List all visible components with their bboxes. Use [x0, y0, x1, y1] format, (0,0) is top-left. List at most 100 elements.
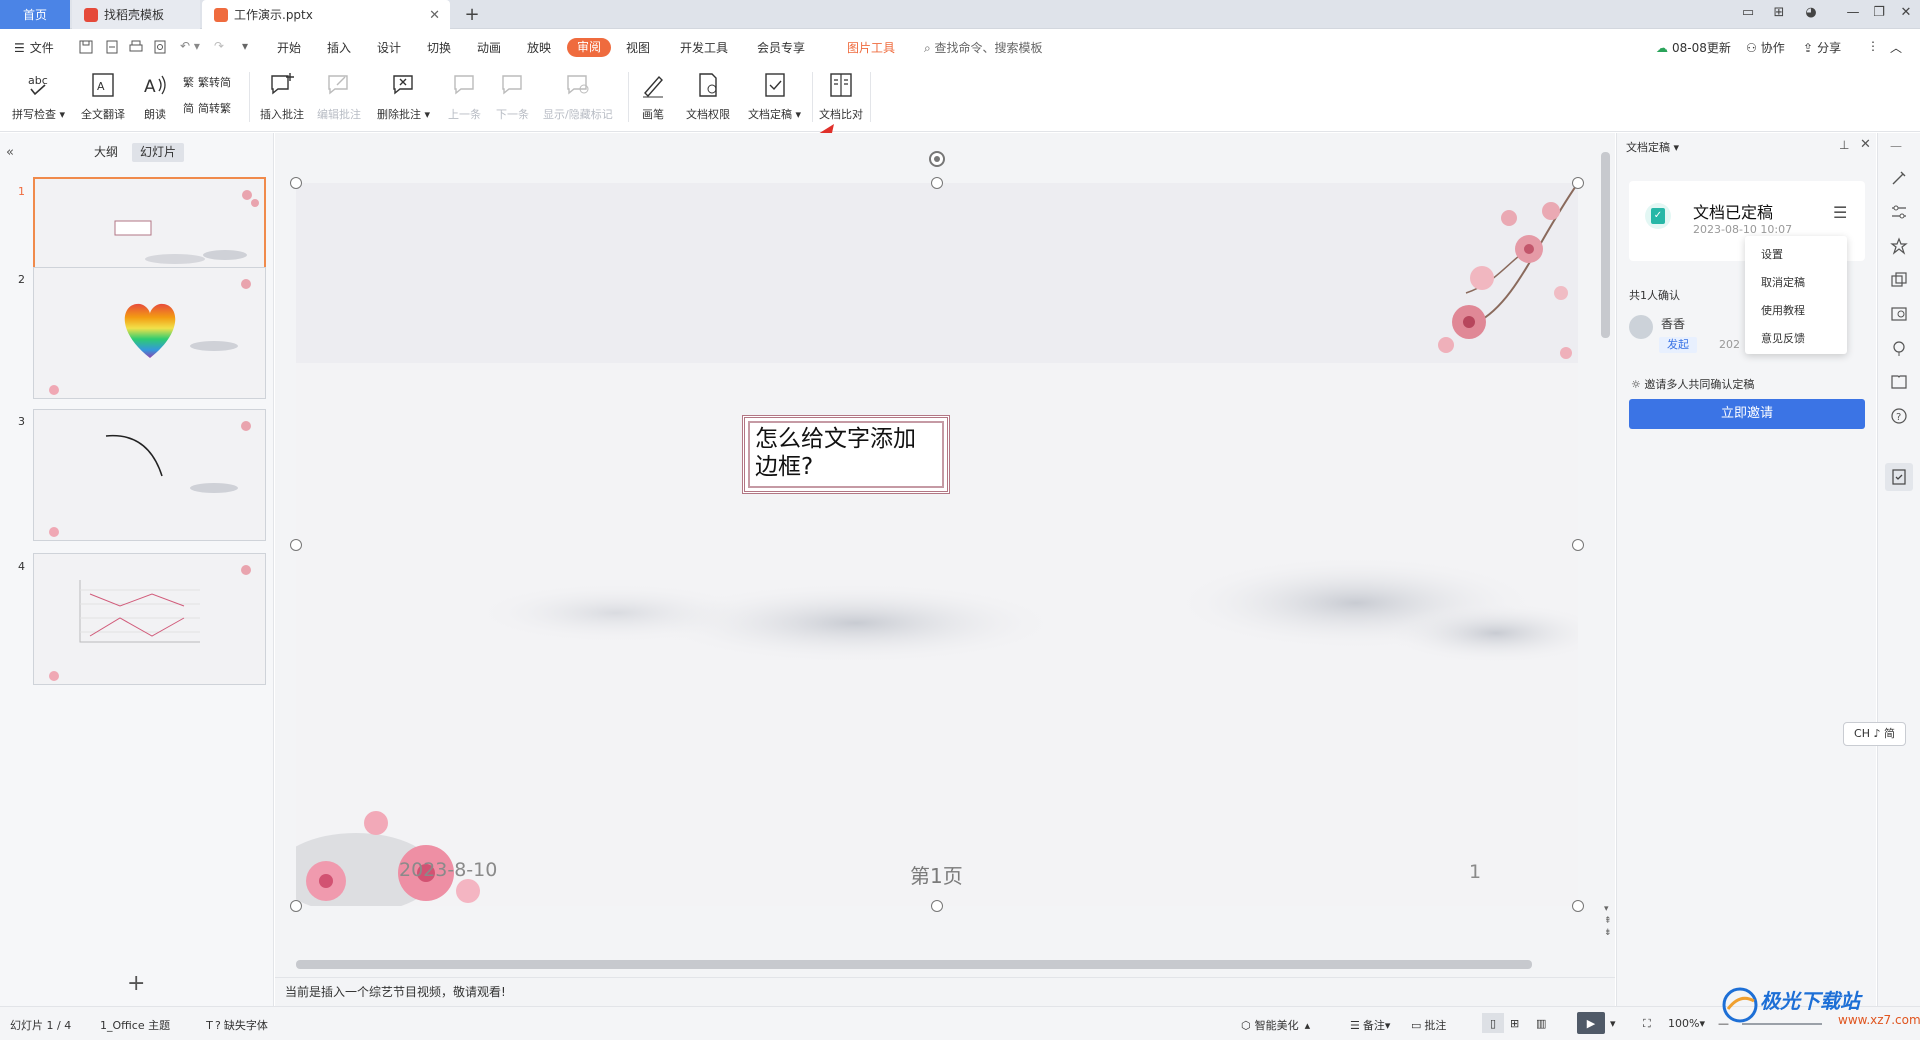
new-tab-button[interactable]: +: [458, 0, 486, 29]
collab-button[interactable]: ⚇ 协作: [1746, 39, 1785, 56]
resize-handle[interactable]: [1572, 539, 1584, 551]
tab-document[interactable]: 工作演示.pptx ✕: [202, 0, 450, 29]
avatar[interactable]: ◕: [1800, 5, 1822, 23]
read-aloud-button[interactable]: A 朗读: [140, 70, 170, 122]
resize-handle[interactable]: [1572, 177, 1584, 189]
prev-comment-button[interactable]: 上一条: [448, 70, 481, 122]
copy-icon[interactable]: [1890, 271, 1908, 289]
smart-beautify-button[interactable]: ⬡ 智能美化 ▴: [1241, 1017, 1310, 1033]
close-window-button[interactable]: ✕: [1895, 5, 1917, 23]
slide-canvas[interactable]: [296, 183, 1578, 906]
play-options-icon[interactable]: ▾: [1610, 1017, 1616, 1030]
missing-font-button[interactable]: Ｔ? 缺失字体: [204, 1017, 268, 1033]
slide-thumbnail-3[interactable]: [33, 409, 266, 541]
scroll-arrows-icon[interactable]: ▾ ⇞ ⇟: [1604, 903, 1612, 939]
normal-view-icon[interactable]: ▯: [1482, 1013, 1504, 1033]
edit-comment-button[interactable]: 编辑批注: [317, 70, 361, 122]
comments-toggle[interactable]: ▭ 批注: [1411, 1017, 1446, 1033]
resize-handle[interactable]: [931, 900, 943, 912]
share-button[interactable]: ⇪ 分享: [1803, 39, 1841, 56]
menu-animation[interactable]: 动画: [477, 39, 501, 56]
layout-icon[interactable]: ▭: [1737, 5, 1759, 23]
translate-button[interactable]: A 全文翻译: [81, 70, 125, 122]
restore-button[interactable]: ❐: [1868, 5, 1890, 23]
trad-to-simp-button[interactable]: 繁繁转简: [183, 74, 231, 90]
doc-compare-button[interactable]: 文档比对: [819, 70, 863, 122]
simp-to-trad-button[interactable]: 简简转繁: [183, 100, 231, 116]
print-preview-icon[interactable]: [152, 39, 168, 55]
menu-review[interactable]: 审阅: [567, 38, 611, 57]
more-menu-icon[interactable]: ⋮: [1867, 39, 1879, 53]
delete-comment-button[interactable]: 删除批注 ▾: [377, 70, 430, 122]
minimize-button[interactable]: —: [1842, 5, 1864, 23]
save-icon[interactable]: [78, 39, 94, 55]
menu-design[interactable]: 设计: [377, 39, 401, 56]
menu-item-cancel-finalize[interactable]: 取消定稿: [1761, 274, 1805, 290]
theme-name[interactable]: 1_Office 主题: [100, 1017, 170, 1033]
apps-grid-icon[interactable]: ⊞: [1768, 5, 1790, 23]
slide-thumbnail-2[interactable]: [33, 267, 266, 399]
vertical-scrollbar[interactable]: [1601, 152, 1610, 338]
menu-picture-tools[interactable]: 图片工具: [847, 39, 895, 56]
card-menu-icon[interactable]: ☰: [1833, 203, 1847, 222]
menu-transition[interactable]: 切换: [427, 39, 451, 56]
resize-handle[interactable]: [290, 177, 302, 189]
horizontal-scrollbar[interactable]: [296, 960, 1532, 969]
spell-check-button[interactable]: abc 拼写检查 ▾: [12, 70, 65, 122]
pen-button[interactable]: 画笔: [638, 70, 668, 122]
menu-start[interactable]: 开始: [277, 39, 301, 56]
help-icon[interactable]: ?: [1890, 407, 1908, 425]
resize-handle[interactable]: [1572, 900, 1584, 912]
doc-finalize-button[interactable]: 文档定稿 ▾: [748, 70, 801, 122]
resize-handle[interactable]: [290, 539, 302, 551]
finalize-pane-toggle[interactable]: [1885, 463, 1913, 491]
file-menu[interactable]: ☰ 文件: [14, 39, 54, 56]
menu-item-settings[interactable]: 设置: [1761, 246, 1783, 262]
invite-button[interactable]: 立即邀请: [1629, 399, 1865, 429]
book-icon[interactable]: [1890, 373, 1908, 391]
close-pane-icon[interactable]: ✕: [1860, 137, 1871, 152]
resize-handle[interactable]: [931, 177, 943, 189]
add-slide-button[interactable]: +: [127, 971, 145, 996]
next-comment-button[interactable]: 下一条: [496, 70, 529, 122]
speaker-notes[interactable]: 当前是插入一个综艺节目视频，敬请观看!: [275, 977, 1615, 1006]
image-icon[interactable]: [1890, 305, 1908, 323]
menu-developer[interactable]: 开发工具: [680, 39, 728, 56]
command-search[interactable]: ⌕ 查找命令、搜索模板: [924, 39, 1043, 56]
menu-item-feedback[interactable]: 意见反馈: [1761, 330, 1805, 346]
slide-thumbnail-4[interactable]: [33, 553, 266, 685]
magic-icon[interactable]: [1890, 169, 1908, 187]
task-pane-title[interactable]: 文档定稿 ▾: [1626, 139, 1679, 155]
reading-view-icon[interactable]: ▥: [1536, 1017, 1546, 1030]
print-icon[interactable]: [128, 39, 144, 55]
zoom-level[interactable]: 100% ▾: [1668, 1017, 1705, 1030]
tab-slides[interactable]: 幻灯片: [132, 143, 185, 162]
rail-menu-icon[interactable]: —: [1890, 139, 1908, 157]
fit-window-icon[interactable]: ⛶: [1643, 1017, 1651, 1031]
slide-text-box[interactable]: 怎么给文字添加边框?: [742, 415, 950, 494]
collapse-ribbon-icon[interactable]: ︿: [1890, 39, 1902, 56]
undo-icon[interactable]: ↶ ▾: [180, 39, 200, 53]
tab-home[interactable]: 首页: [0, 0, 70, 29]
close-tab-icon[interactable]: ✕: [429, 8, 440, 23]
export-pdf-icon[interactable]: [104, 39, 120, 55]
menu-item-tutorial[interactable]: 使用教程: [1761, 302, 1805, 318]
menu-member[interactable]: 会员专享: [757, 39, 805, 56]
collapse-panel-icon[interactable]: «: [6, 145, 14, 160]
sorter-view-icon[interactable]: ⊞: [1510, 1017, 1519, 1030]
rotate-handle-icon[interactable]: [928, 150, 946, 168]
doc-permission-button[interactable]: 文档权限: [686, 70, 730, 122]
adjust-icon[interactable]: [1890, 203, 1908, 221]
insert-comment-button[interactable]: 插入批注: [260, 70, 304, 122]
redo-icon[interactable]: ↷: [214, 39, 224, 53]
ime-indicator[interactable]: CH ♪ 简: [1843, 722, 1906, 746]
resize-handle[interactable]: [290, 900, 302, 912]
menu-insert[interactable]: 插入: [327, 39, 351, 56]
menu-slideshow[interactable]: 放映: [527, 39, 551, 56]
menu-view[interactable]: 视图: [626, 39, 650, 56]
update-button[interactable]: ☁ 08-08更新: [1656, 39, 1731, 56]
play-slideshow-icon[interactable]: ▶: [1577, 1012, 1605, 1034]
pin-icon[interactable]: ⊥: [1839, 138, 1849, 152]
tab-template[interactable]: 找稻壳模板: [72, 0, 200, 29]
tab-outline[interactable]: 大纲: [86, 143, 126, 162]
